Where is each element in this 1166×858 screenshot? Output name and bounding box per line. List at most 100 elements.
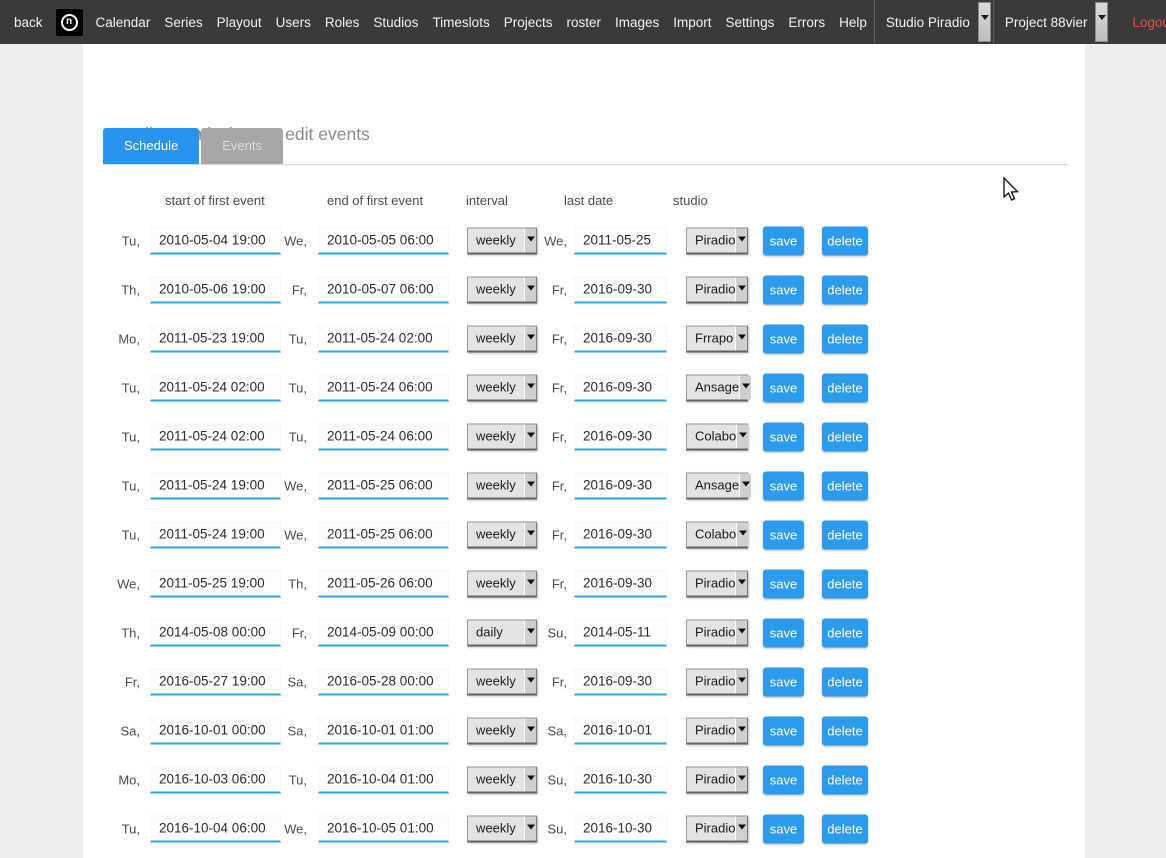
end-datetime-input[interactable] — [318, 472, 449, 499]
start-datetime-input[interactable] — [150, 570, 281, 597]
delete-button[interactable]: delete — [822, 814, 868, 843]
nav-item-timeslots[interactable]: Timeslots — [425, 15, 496, 30]
delete-button[interactable]: delete — [822, 275, 868, 304]
piradio-logo-icon[interactable]: n — [56, 9, 83, 36]
interval-select[interactable]: weekly — [467, 423, 537, 450]
last-date-input[interactable] — [574, 276, 667, 303]
studio-select[interactable]: Piradio — [686, 717, 748, 744]
delete-button[interactable]: delete — [822, 618, 868, 647]
interval-select[interactable]: weekly — [467, 325, 537, 352]
interval-select[interactable]: weekly — [467, 472, 537, 499]
studio-select[interactable]: Ansage — [686, 472, 748, 499]
start-datetime-input[interactable] — [150, 521, 281, 548]
interval-select[interactable]: daily — [467, 619, 537, 646]
nav-item-import[interactable]: Import — [666, 15, 718, 30]
nav-item-calendar[interactable]: Calendar — [89, 15, 158, 30]
start-datetime-input[interactable] — [150, 619, 281, 646]
end-datetime-input[interactable] — [318, 325, 449, 352]
chevron-down-icon[interactable] — [1095, 2, 1108, 42]
last-date-input[interactable] — [574, 227, 667, 254]
last-date-input[interactable] — [574, 717, 667, 744]
last-date-input[interactable] — [574, 472, 667, 499]
end-datetime-input[interactable] — [318, 374, 449, 401]
nav-item-users[interactable]: Users — [269, 15, 318, 30]
last-date-input[interactable] — [574, 815, 667, 842]
end-datetime-input[interactable] — [318, 276, 449, 303]
delete-button[interactable]: delete — [822, 765, 868, 794]
start-datetime-input[interactable] — [150, 815, 281, 842]
studio-select[interactable]: Piradio — [686, 570, 748, 597]
studio-select[interactable]: Piradio — [686, 766, 748, 793]
last-date-input[interactable] — [574, 423, 667, 450]
last-date-input[interactable] — [574, 619, 667, 646]
delete-button[interactable]: delete — [822, 373, 868, 402]
save-button[interactable]: save — [763, 569, 804, 598]
end-datetime-input[interactable] — [318, 619, 449, 646]
interval-select[interactable]: weekly — [467, 766, 537, 793]
start-datetime-input[interactable] — [150, 423, 281, 450]
interval-select[interactable]: weekly — [467, 374, 537, 401]
end-datetime-input[interactable] — [318, 815, 449, 842]
interval-select[interactable]: weekly — [467, 521, 537, 548]
interval-select[interactable]: weekly — [467, 815, 537, 842]
save-button[interactable]: save — [763, 226, 804, 255]
nav-item-playout[interactable]: Playout — [210, 15, 269, 30]
studio-select[interactable]: Piradio — [686, 815, 748, 842]
start-datetime-input[interactable] — [150, 227, 281, 254]
save-button[interactable]: save — [763, 422, 804, 451]
interval-select[interactable]: weekly — [467, 668, 537, 695]
project-switcher-select[interactable]: Project 88vier — [994, 0, 1111, 44]
tab-schedule[interactable]: Schedule — [103, 128, 199, 164]
delete-button[interactable]: delete — [822, 324, 868, 353]
save-button[interactable]: save — [763, 814, 804, 843]
tab-events[interactable]: Events — [201, 128, 283, 164]
delete-button[interactable]: delete — [822, 422, 868, 451]
last-date-input[interactable] — [574, 570, 667, 597]
nav-item-roles[interactable]: Roles — [318, 15, 367, 30]
end-datetime-input[interactable] — [318, 227, 449, 254]
interval-select[interactable]: weekly — [467, 276, 537, 303]
nav-item-projects[interactable]: Projects — [497, 15, 560, 30]
last-date-input[interactable] — [574, 766, 667, 793]
start-datetime-input[interactable] — [150, 276, 281, 303]
save-button[interactable]: save — [763, 520, 804, 549]
end-datetime-input[interactable] — [318, 717, 449, 744]
delete-button[interactable]: delete — [822, 667, 868, 696]
end-datetime-input[interactable] — [318, 570, 449, 597]
nav-item-help[interactable]: Help — [832, 15, 874, 30]
nav-item-studios[interactable]: Studios — [366, 15, 425, 30]
save-button[interactable]: save — [763, 373, 804, 402]
save-button[interactable]: save — [763, 324, 804, 353]
delete-button[interactable]: delete — [822, 471, 868, 500]
last-date-input[interactable] — [574, 374, 667, 401]
start-datetime-input[interactable] — [150, 472, 281, 499]
back-link[interactable]: back — [0, 15, 50, 30]
nav-item-series[interactable]: Series — [157, 15, 209, 30]
save-button[interactable]: save — [763, 618, 804, 647]
save-button[interactable]: save — [763, 471, 804, 500]
studio-switcher-select[interactable]: Studio Piradio — [875, 0, 993, 44]
studio-select[interactable]: Ansage — [686, 374, 748, 401]
start-datetime-input[interactable] — [150, 717, 281, 744]
delete-button[interactable]: delete — [822, 520, 868, 549]
last-date-input[interactable] — [574, 521, 667, 548]
studio-select[interactable]: Colabo — [686, 423, 748, 450]
start-datetime-input[interactable] — [150, 766, 281, 793]
end-datetime-input[interactable] — [318, 423, 449, 450]
start-datetime-input[interactable] — [150, 668, 281, 695]
studio-select[interactable]: Frrapo — [686, 325, 748, 352]
save-button[interactable]: save — [763, 716, 804, 745]
delete-button[interactable]: delete — [822, 226, 868, 255]
delete-button[interactable]: delete — [822, 569, 868, 598]
start-datetime-input[interactable] — [150, 374, 281, 401]
last-date-input[interactable] — [574, 325, 667, 352]
studio-select[interactable]: Piradio — [686, 668, 748, 695]
nav-item-errors[interactable]: Errors — [781, 15, 832, 30]
studio-select[interactable]: Piradio — [686, 276, 748, 303]
logout-link[interactable]: Logout — [1126, 15, 1166, 30]
nav-item-roster[interactable]: roster — [559, 15, 608, 30]
delete-button[interactable]: delete — [822, 716, 868, 745]
start-datetime-input[interactable] — [150, 325, 281, 352]
end-datetime-input[interactable] — [318, 668, 449, 695]
nav-item-images[interactable]: Images — [608, 15, 666, 30]
